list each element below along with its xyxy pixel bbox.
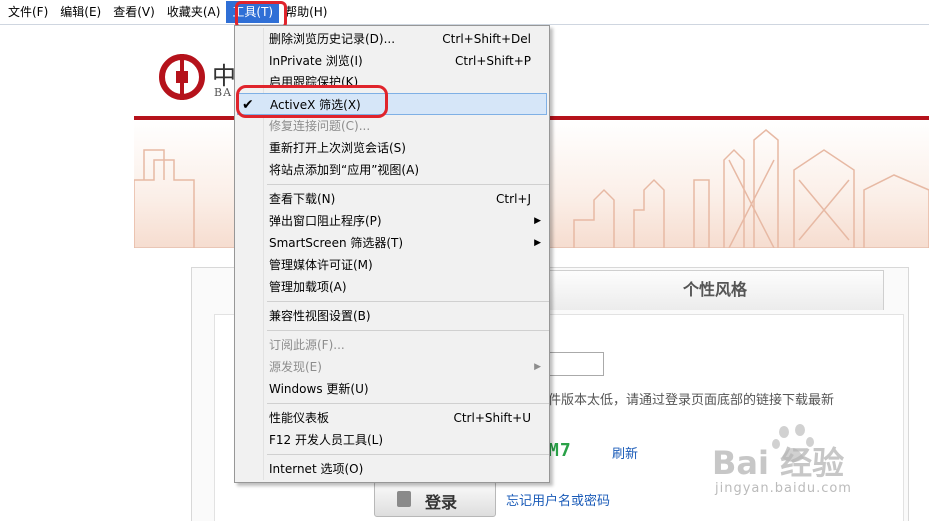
lock-icon [397, 491, 411, 507]
menu-separator [267, 330, 549, 331]
menu-item-compat-view[interactable]: 兼容性视图设置(B) [237, 305, 547, 327]
menu-item-label: Windows 更新(U) [269, 382, 369, 396]
menu-item-shortcut: Ctrl+Shift+U [453, 411, 531, 425]
captcha-input[interactable] [546, 352, 604, 376]
menu-item-label: 删除浏览历史记录(D)... [269, 32, 396, 46]
menu-help[interactable]: 帮助(H) [279, 1, 333, 23]
login-button[interactable]: 登录 [374, 481, 496, 517]
menu-separator [267, 454, 549, 455]
bank-logo-icon [159, 54, 205, 100]
submenu-arrow-icon: ▶ [534, 362, 541, 372]
menu-item-inprivate[interactable]: InPrivate 浏览(I) Ctrl+Shift+P [237, 50, 547, 72]
bank-name-en: BA [214, 86, 233, 99]
watermark-brand: Bai 经验 [712, 444, 845, 482]
forgot-username-password-link[interactable]: 忘记用户名或密码 [506, 490, 610, 509]
menu-item-label: 重新打开上次浏览会话(S) [269, 141, 406, 155]
menu-file[interactable]: 文件(F) [2, 1, 54, 23]
menu-item-view-downloads[interactable]: 查看下载(N) Ctrl+J [237, 188, 547, 210]
menu-item-label: 管理加载项(A) [269, 280, 347, 294]
menu-separator [267, 301, 549, 302]
menu-item-shortcut: Ctrl+Shift+P [455, 54, 531, 68]
menu-item-shortcut: Ctrl+Shift+Del [442, 32, 531, 46]
menu-item-windows-update[interactable]: Windows 更新(U) [237, 378, 547, 400]
submenu-arrow-icon: ▶ [534, 216, 541, 226]
version-warning-text: 件版本太低，请通过登录页面底部的链接下载最新 [548, 393, 835, 408]
activex-highlight-annotation [236, 85, 388, 118]
menu-item-performance-dashboard[interactable]: 性能仪表板 Ctrl+Shift+U [237, 407, 547, 429]
menu-item-feed-discovery: 源发现(E) ▶ [237, 356, 547, 378]
menu-item-label: 源发现(E) [269, 360, 322, 374]
menu-item-label: SmartScreen 筛选器(T) [269, 236, 404, 250]
menu-item-fix-connection: 修复连接问题(C)... [237, 115, 547, 137]
menu-item-label: 性能仪表板 [269, 411, 330, 425]
menu-bar: 文件(F) 编辑(E) 查看(V) 收藏夹(A) 工具(T) 帮助(H) [0, 0, 929, 25]
menu-item-label: 查看下载(N) [269, 192, 336, 206]
tab-personal-style[interactable]: 个性风格 [546, 270, 884, 310]
menu-item-label: 弹出窗口阻止程序(P) [269, 214, 382, 228]
refresh-captcha-link[interactable]: 刷新 [612, 443, 638, 462]
menu-view[interactable]: 查看(V) [107, 1, 161, 23]
menu-item-label: 管理媒体许可证(M) [269, 258, 373, 272]
menu-item-label: InPrivate 浏览(I) [269, 54, 363, 68]
menu-item-media-licenses[interactable]: 管理媒体许可证(M) [237, 254, 547, 276]
submenu-arrow-icon: ▶ [534, 238, 541, 248]
menu-item-popup-blocker[interactable]: 弹出窗口阻止程序(P) ▶ [237, 210, 547, 232]
menu-item-label: 修复连接问题(C)... [269, 119, 371, 133]
menu-item-f12-dev-tools[interactable]: F12 开发人员工具(L) [237, 429, 547, 451]
menu-item-label: 订阅此源(F)... [269, 338, 345, 352]
watermark-url: jingyan.baidu.com [715, 481, 852, 496]
menu-item-subscribe-feed: 订阅此源(F)... [237, 334, 547, 356]
menu-item-manage-addons[interactable]: 管理加载项(A) [237, 276, 547, 298]
menu-item-shortcut: Ctrl+J [496, 192, 531, 206]
menu-item-smartscreen[interactable]: SmartScreen 筛选器(T) ▶ [237, 232, 547, 254]
captcha-image: M7 [548, 440, 572, 461]
menu-item-label: Internet 选项(O) [269, 462, 364, 476]
menu-item-label: 将站点添加到“应用”视图(A) [269, 163, 420, 177]
menu-item-reopen-session[interactable]: 重新打开上次浏览会话(S) [237, 137, 547, 159]
menu-item-add-to-apps[interactable]: 将站点添加到“应用”视图(A) [237, 159, 547, 181]
login-button-label: 登录 [425, 493, 458, 512]
menu-item-delete-history[interactable]: 删除浏览历史记录(D)... Ctrl+Shift+Del [237, 28, 547, 50]
menu-item-internet-options[interactable]: Internet 选项(O) [237, 458, 547, 480]
menu-item-label: F12 开发人员工具(L) [269, 433, 384, 447]
menu-favorites[interactable]: 收藏夹(A) [161, 1, 227, 23]
menu-edit[interactable]: 编辑(E) [54, 1, 107, 23]
menu-separator [267, 184, 549, 185]
menu-item-label: 兼容性视图设置(B) [269, 309, 371, 323]
menu-separator [267, 403, 549, 404]
